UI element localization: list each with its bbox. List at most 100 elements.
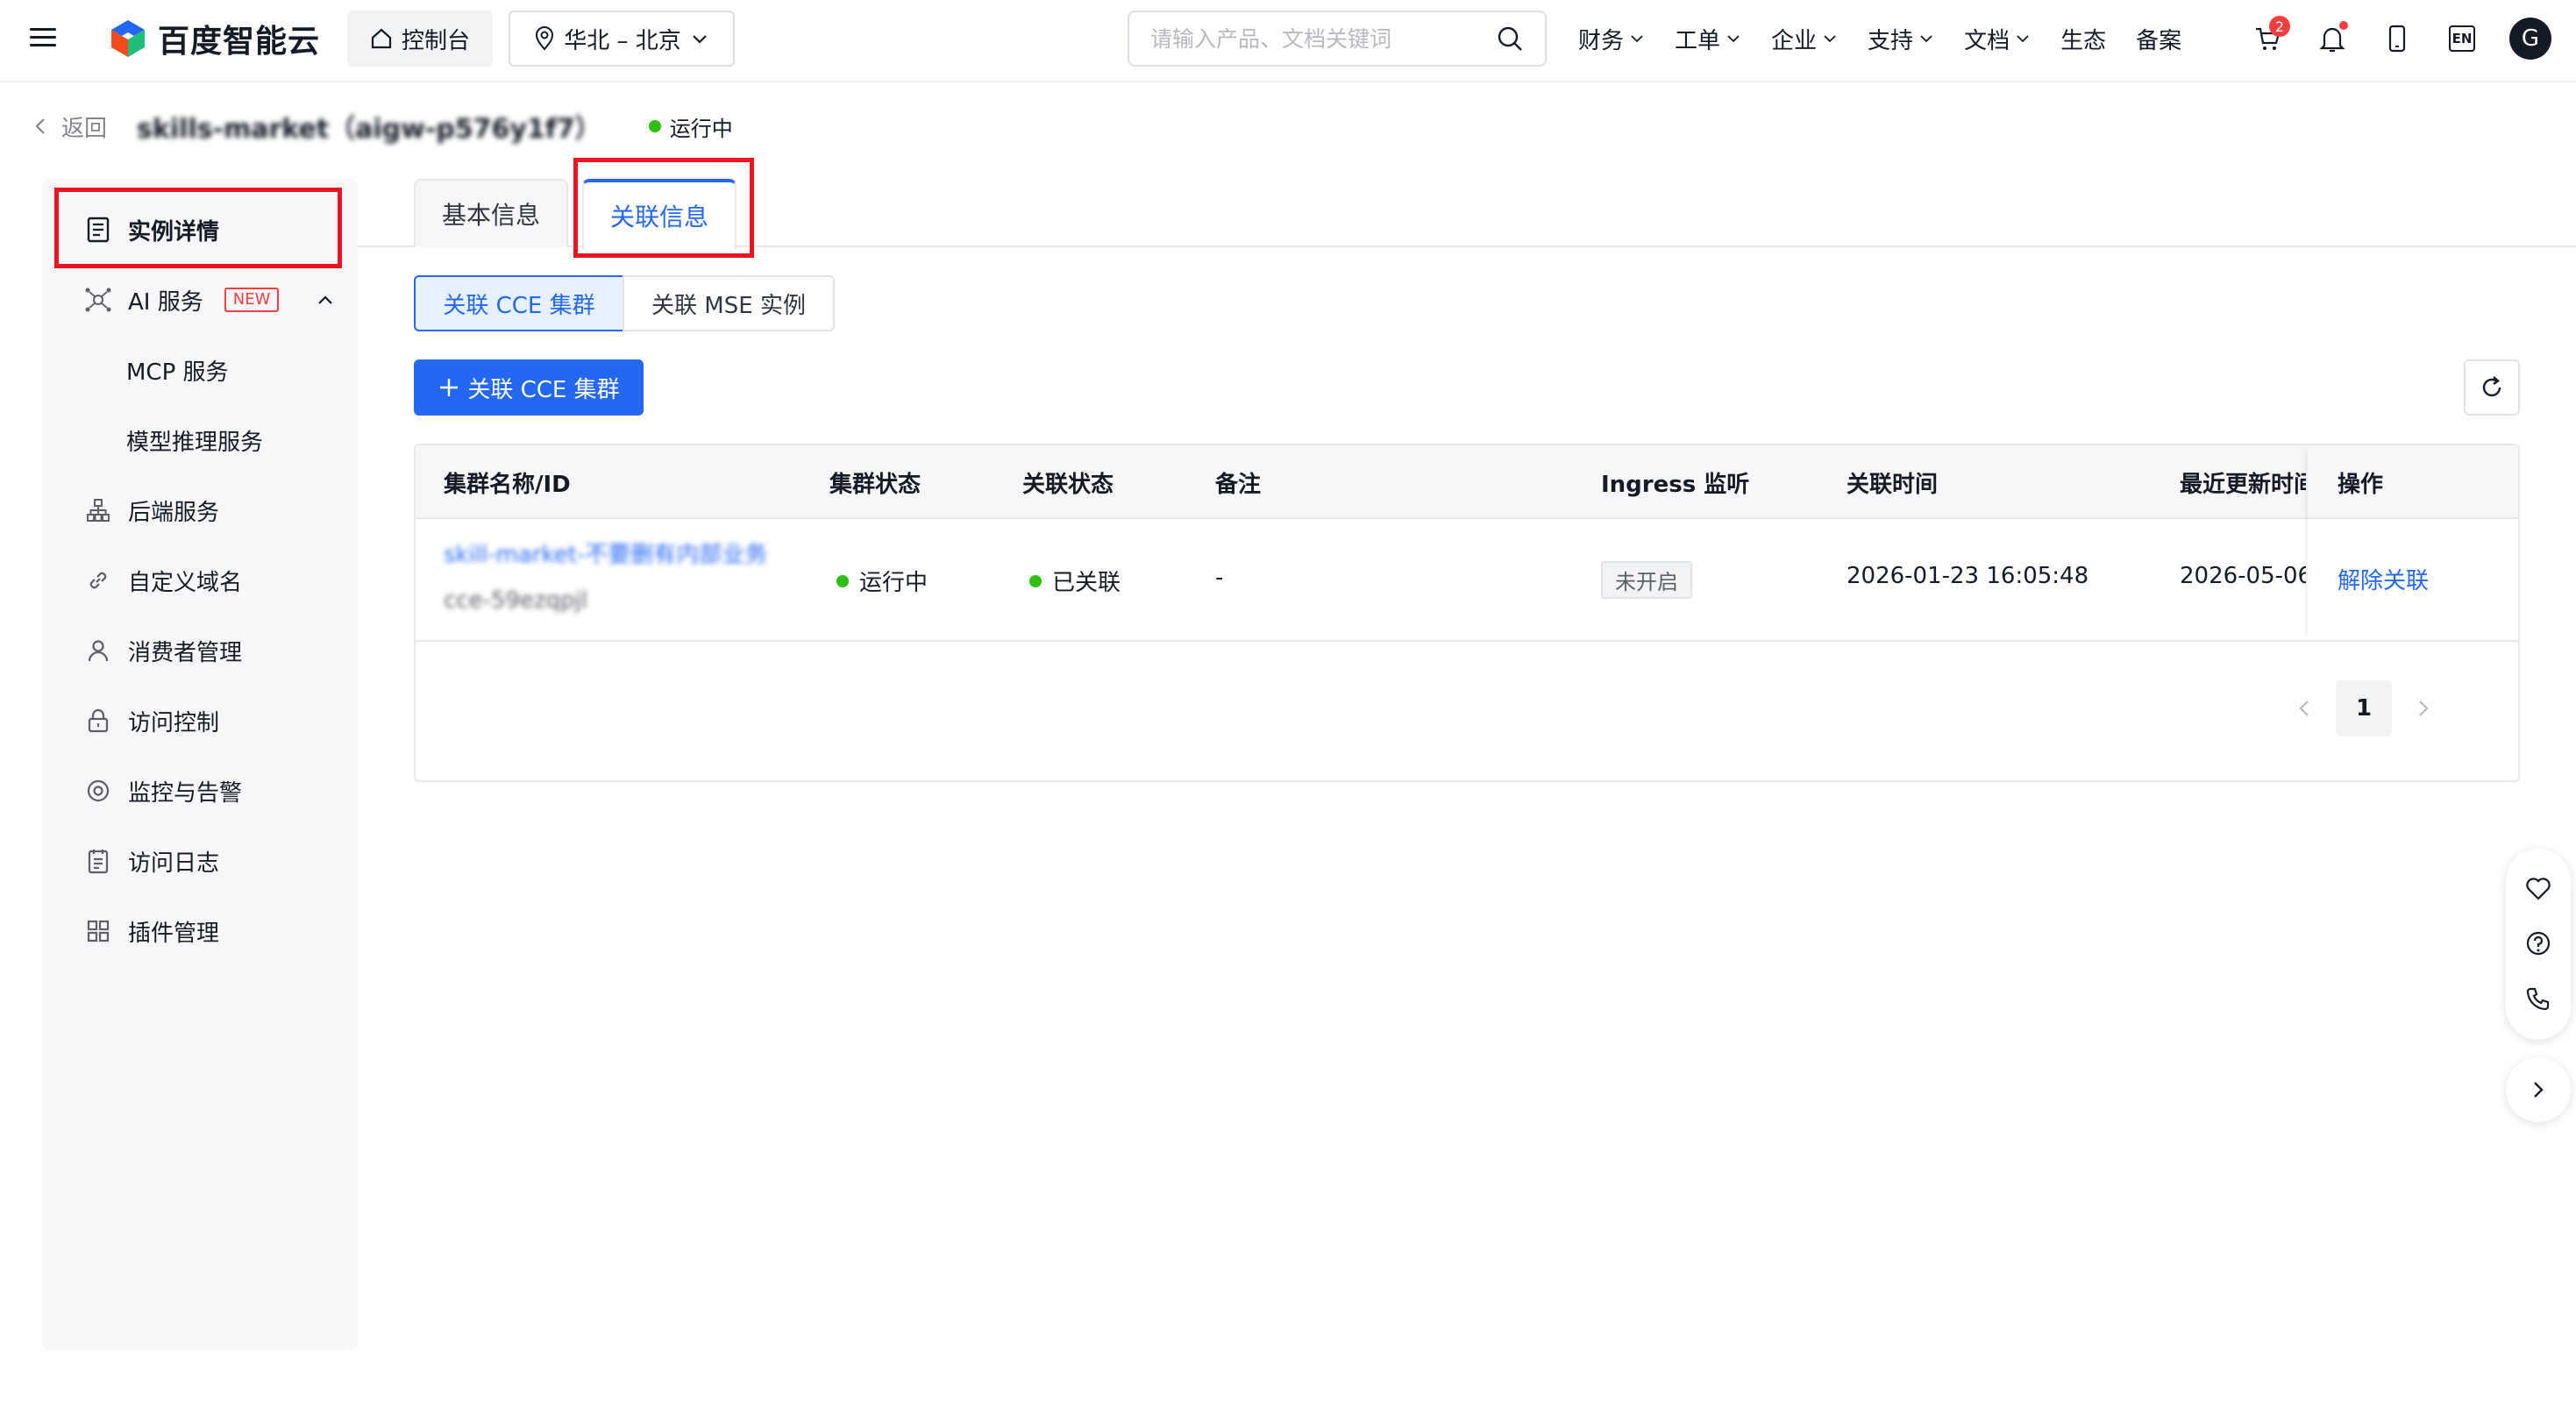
sidebar-item-ai-service[interactable]: AI 服务 NEW bbox=[42, 274, 358, 326]
sidebar-item-access-log[interactable]: 访问日志 bbox=[42, 835, 358, 887]
nav-docs[interactable]: 文档 bbox=[1964, 23, 2031, 55]
nav-finance[interactable]: 财务 bbox=[1578, 23, 1645, 55]
sidebar-item-label: 消费者管理 bbox=[128, 639, 243, 666]
sidebar-item-label: 插件管理 bbox=[128, 920, 220, 947]
mobile-button[interactable] bbox=[2380, 21, 2415, 56]
chevron-down-icon bbox=[1631, 35, 1643, 43]
sidebar-item-consumer[interactable]: 消费者管理 bbox=[42, 624, 358, 677]
cluster-status: 运行中 bbox=[836, 565, 928, 597]
nav-label: 文档 bbox=[1964, 27, 2010, 54]
user-icon bbox=[84, 636, 112, 665]
associate-cce-label: 关联 CCE 集群 bbox=[467, 376, 620, 403]
grid-icon bbox=[84, 917, 112, 945]
breadcrumb: 返回 skills-market（aigw-p576y1f7） 运行中 bbox=[32, 109, 733, 145]
console-label: 控制台 bbox=[401, 27, 470, 54]
table-row: skill-market-不要删有内部业务 cce-59ezqpjl 运行中 已… bbox=[416, 519, 2518, 642]
segment-mse-instance[interactable]: 关联 MSE 实例 bbox=[623, 275, 835, 331]
assoc-status-label: 已关联 bbox=[1052, 570, 1121, 596]
sidebar-item-label: 后端服务 bbox=[128, 499, 220, 526]
log-icon bbox=[84, 847, 112, 875]
nav-label: 生态 bbox=[2060, 27, 2107, 54]
logo-text: 百度智能云 bbox=[158, 24, 321, 60]
segment-cce-cluster[interactable]: 关联 CCE 集群 bbox=[414, 275, 624, 331]
ingress-cell: 未开启 bbox=[1601, 561, 1692, 599]
th-cluster-status: 集群状态 bbox=[829, 471, 922, 498]
chevron-left-icon bbox=[35, 118, 45, 134]
language-label: EN bbox=[2451, 31, 2473, 46]
top-header: 百度智能云 控制台 华北 – 北京 财务 工单 企业 支持 文档 生态 备案 2 bbox=[0, 0, 2576, 82]
page-number[interactable]: 1 bbox=[2336, 680, 2392, 736]
highlight-box-tab bbox=[573, 158, 754, 258]
refresh-button[interactable] bbox=[2464, 359, 2520, 416]
nav-label: 备案 bbox=[2136, 27, 2182, 54]
cluster-table: 集群名称/ID 集群状态 关联状态 备注 Ingress 监听 关联时间 最近更… bbox=[414, 444, 2520, 782]
logo[interactable]: 百度智能云 bbox=[107, 16, 320, 61]
highlight-box-sidebar bbox=[54, 188, 342, 268]
sidebar-item-mcp-service[interactable]: MCP 服务 bbox=[42, 344, 358, 396]
console-button[interactable]: 控制台 bbox=[347, 11, 493, 67]
nav-enterprise[interactable]: 企业 bbox=[1771, 23, 1838, 55]
sidebar: 实例详情 AI 服务 NEW MCP 服务 模型推理服务 后端服务 自定义域名 … bbox=[42, 179, 358, 1350]
tab-label: 基本信息 bbox=[441, 201, 540, 230]
chevron-down-icon bbox=[1824, 35, 1836, 43]
search-input[interactable] bbox=[1150, 25, 1496, 52]
search-icon[interactable] bbox=[1496, 25, 1524, 53]
nav-ecosystem[interactable]: 生态 bbox=[2060, 23, 2106, 55]
nav-support[interactable]: 支持 bbox=[1868, 23, 1934, 55]
next-page-icon[interactable] bbox=[2415, 698, 2432, 719]
top-nav: 财务 工单 企业 支持 文档 生态 备案 bbox=[1578, 0, 2211, 77]
avatar[interactable]: G bbox=[2509, 18, 2551, 60]
back-button[interactable]: 返回 bbox=[32, 110, 107, 143]
sidebar-item-model-inference[interactable]: 模型推理服务 bbox=[42, 414, 358, 466]
floating-expand-button[interactable] bbox=[2506, 1057, 2571, 1122]
nav-ticket[interactable]: 工单 bbox=[1675, 23, 1741, 55]
cart-button[interactable]: 2 bbox=[2250, 16, 2290, 56]
associate-cce-button[interactable]: 关联 CCE 集群 bbox=[414, 359, 644, 416]
chevron-down-icon bbox=[692, 35, 707, 44]
phone-icon[interactable] bbox=[2525, 985, 2551, 1012]
new-tag: NEW bbox=[224, 288, 280, 312]
help-icon[interactable] bbox=[2525, 930, 2551, 957]
link-icon bbox=[84, 566, 112, 594]
prev-page-icon[interactable] bbox=[2295, 698, 2313, 719]
sidebar-item-label: 模型推理服务 bbox=[126, 429, 264, 456]
notification-button[interactable] bbox=[2315, 21, 2350, 56]
sidebar-item-label: MCP 服务 bbox=[126, 359, 229, 386]
sidebar-item-monitor-alert[interactable]: 监控与告警 bbox=[42, 765, 358, 817]
back-label: 返回 bbox=[61, 115, 108, 142]
monitor-icon bbox=[84, 777, 112, 805]
sidebar-item-label: 访问日志 bbox=[128, 850, 220, 877]
ai-network-icon bbox=[84, 286, 112, 314]
language-icon: EN bbox=[2449, 25, 2475, 52]
nav-label: 支持 bbox=[1868, 27, 1914, 54]
global-search bbox=[1128, 11, 1547, 67]
header-icons: 2 EN G bbox=[2250, 0, 2551, 77]
avatar-letter: G bbox=[2521, 25, 2540, 52]
th-ingress: Ingress 监听 bbox=[1601, 471, 1750, 498]
language-button[interactable]: EN bbox=[2444, 21, 2480, 56]
update-time-value: 2026-05-06 bbox=[2180, 563, 2306, 589]
chevron-down-icon bbox=[1727, 35, 1740, 43]
tab-basic-info[interactable]: 基本信息 bbox=[414, 179, 568, 247]
sidebar-item-access-control[interactable]: 访问控制 bbox=[42, 694, 358, 747]
th-remark: 备注 bbox=[1215, 471, 1262, 498]
sidebar-item-backend-service[interactable]: 后端服务 bbox=[42, 484, 358, 537]
instance-title: skills-market（aigw-p576y1f7） bbox=[137, 114, 601, 145]
pagination: 1 bbox=[2295, 680, 2432, 736]
lock-icon bbox=[84, 707, 112, 735]
sidebar-item-custom-domain[interactable]: 自定义域名 bbox=[42, 554, 358, 607]
hierarchy-icon bbox=[84, 496, 112, 524]
nav-label: 财务 bbox=[1578, 27, 1625, 54]
sidebar-item-label: AI 服务 bbox=[128, 288, 203, 316]
segment-label: 关联 MSE 实例 bbox=[651, 292, 806, 319]
hamburger-menu-icon[interactable] bbox=[28, 23, 60, 54]
cluster-name-link[interactable]: skill-market-不要删有内部业务 bbox=[444, 537, 767, 569]
nav-filing[interactable]: 备案 bbox=[2136, 23, 2181, 55]
sidebar-item-plugin[interactable]: 插件管理 bbox=[42, 905, 358, 957]
refresh-icon bbox=[2482, 376, 2501, 397]
table-header: 集群名称/ID 集群状态 关联状态 备注 Ingress 监听 关联时间 最近更… bbox=[416, 445, 2518, 519]
nav-label: 企业 bbox=[1771, 27, 1818, 54]
favorite-icon[interactable] bbox=[2525, 877, 2551, 901]
region-selector[interactable]: 华北 – 北京 bbox=[509, 11, 735, 67]
region-label: 华北 – 北京 bbox=[564, 27, 681, 54]
